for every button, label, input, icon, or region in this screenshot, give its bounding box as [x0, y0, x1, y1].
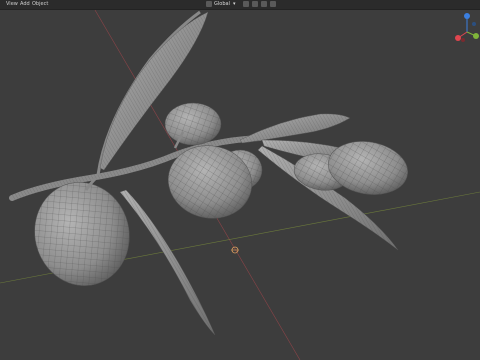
falloff-icon[interactable] [270, 1, 276, 7]
add-menu[interactable]: Add [20, 1, 30, 8]
olive-right [328, 141, 408, 195]
snap-target-icon[interactable] [252, 1, 258, 7]
transform-pivot-icon[interactable] [206, 1, 212, 7]
transform-orientation-dropdown[interactable]: Global [214, 1, 230, 7]
3d-viewport[interactable] [0, 10, 480, 360]
world-origin-icon [231, 246, 239, 254]
olive-top [164, 102, 222, 146]
view-menu[interactable]: View [6, 1, 18, 8]
chevron-down-icon: ▾ [233, 1, 236, 7]
snap-icon[interactable] [243, 1, 249, 7]
object-menu[interactable]: Object [32, 1, 48, 8]
proportional-edit-icon[interactable] [261, 1, 267, 7]
viewport-header: View Add Object Global ▾ [0, 0, 480, 10]
navigation-gizmo-icon[interactable] [454, 10, 480, 46]
